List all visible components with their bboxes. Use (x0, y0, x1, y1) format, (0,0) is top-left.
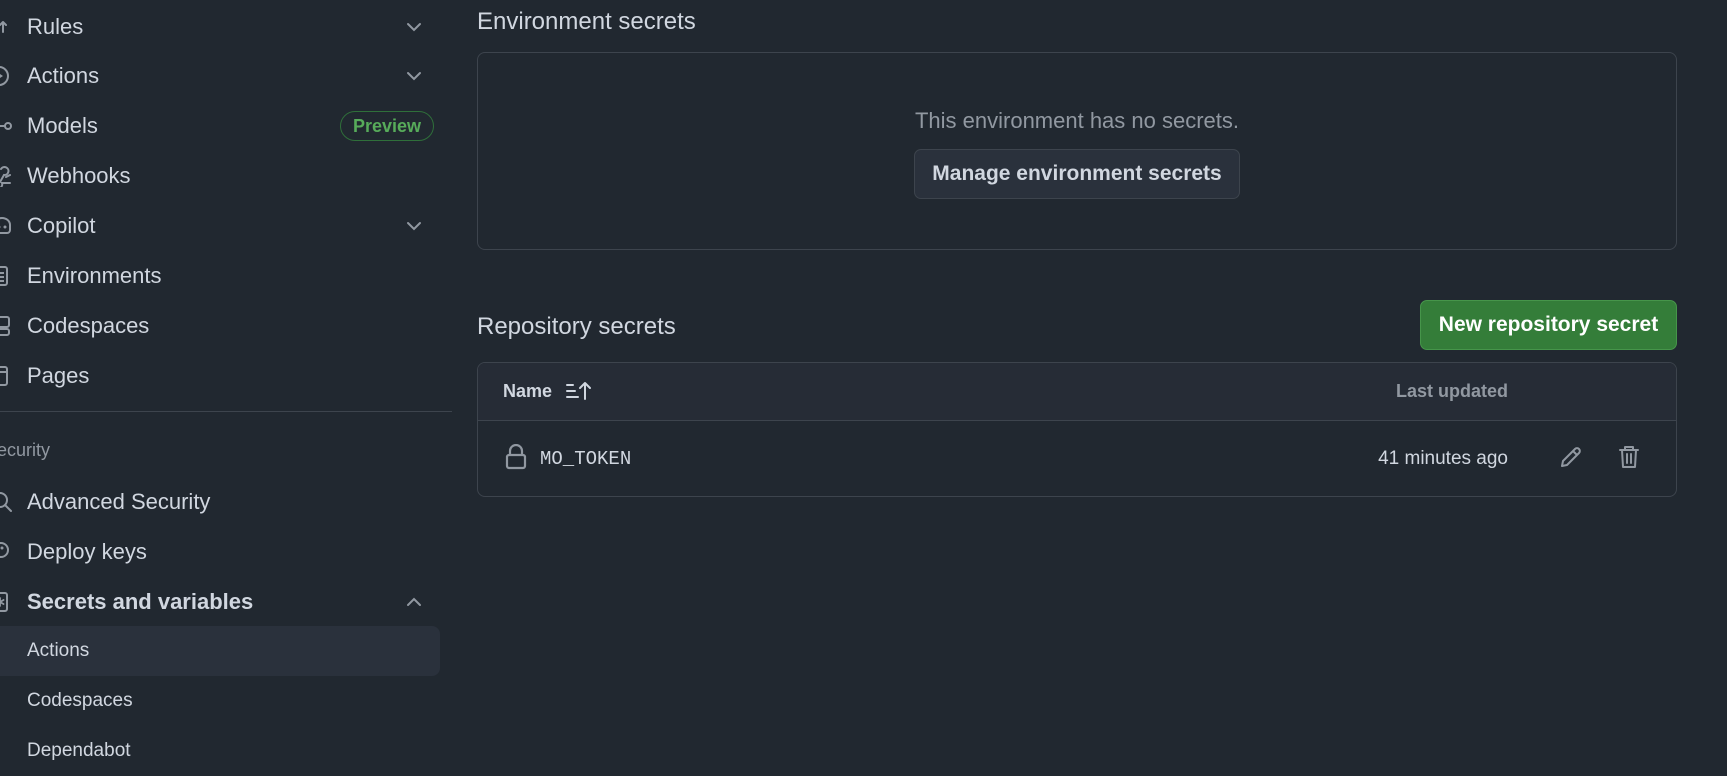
server-icon (0, 266, 8, 286)
sidebar-item-label: Actions (27, 63, 100, 88)
sidebar-item-pages[interactable]: Pages (0, 354, 440, 398)
chevron-down-icon[interactable] (405, 67, 423, 85)
sidebar-item-copilot[interactable]: Copilot (0, 204, 440, 248)
play-icon (0, 66, 9, 86)
repository-secrets-heading: Repository secrets (477, 313, 676, 340)
manage-environment-secrets-button[interactable]: Manage environment secrets (914, 149, 1240, 199)
lock-icon (505, 444, 527, 470)
sidebar-item-label: Environments (27, 263, 162, 288)
sidebar-divider (0, 411, 452, 412)
rules-icon (0, 21, 7, 33)
column-header-last-updated: Last updated (1395, 381, 1508, 401)
sidebar-subitem-label: Codespaces (27, 690, 133, 711)
sidebar-item-label: Models (27, 113, 98, 138)
key-icon (0, 542, 9, 558)
sidebar-subitem-label: Dependabot (27, 740, 131, 761)
sidebar-item-advanced-security[interactable]: Advanced Security (0, 480, 440, 524)
sidebar-subitem-dependabot[interactable]: Dependabot (0, 726, 440, 776)
secret-last-updated: 41 minutes ago (1378, 448, 1508, 469)
main-content: Environment secrets This environment has… (477, 0, 1677, 772)
sidebar-subitem-actions[interactable]: Actions (0, 626, 440, 676)
sidebar-item-environments[interactable]: Environments (0, 254, 440, 298)
environment-secrets-box: This environment has no secrets. Manage … (477, 52, 1677, 250)
preview-badge: Preview (340, 111, 435, 141)
sidebar-item-label: Webhooks (27, 163, 131, 188)
environment-secrets-heading: Environment secrets (477, 8, 696, 35)
sidebar-item-deploy-keys[interactable]: Deploy keys (0, 530, 440, 574)
sidebar-item-rules[interactable]: Rules (0, 5, 440, 49)
sidebar-item-webhooks[interactable]: Webhooks (0, 154, 440, 198)
sidebar-item-label: Rules (27, 14, 84, 39)
sidebar-item-label: Deploy keys (27, 539, 147, 564)
trash-icon[interactable] (1615, 443, 1643, 471)
codescan-icon (0, 492, 12, 512)
sidebar-item-label: Pages (27, 363, 90, 388)
security-section-heading: ecurity (0, 440, 51, 460)
secret-name: MO_TOKEN (540, 448, 632, 470)
sidebar-subitem-codespaces[interactable]: Codespaces (0, 676, 440, 726)
table-header: Name Last updated (478, 363, 1676, 421)
models-icon (0, 122, 12, 130)
sidebar-item-codespaces[interactable]: Codespaces (0, 304, 440, 348)
chevron-down-icon[interactable] (405, 217, 423, 235)
codespaces-icon (0, 316, 10, 336)
sort-ascending-icon[interactable] (565, 380, 593, 402)
new-repository-secret-button[interactable]: New repository secret (1420, 300, 1677, 350)
sidebar-item-label: Advanced Security (27, 489, 211, 514)
sidebar-item-label: Copilot (27, 213, 96, 238)
sidebar-subitem-label: Actions (27, 640, 90, 661)
settings-sidebar: Rules Actions Models Preview Webhooks Co… (0, 0, 452, 772)
sidebar-item-label: Secrets and variables (27, 589, 254, 614)
repository-secrets-table: Name Last updated MO_TOKEN 41 minutes ag… (477, 362, 1677, 497)
sidebar-item-secrets-and-variables[interactable]: Secrets and variables (0, 580, 440, 624)
copilot-icon (0, 217, 11, 234)
column-header-name[interactable]: Name (503, 381, 552, 402)
table-row: MO_TOKEN 41 minutes ago (478, 421, 1676, 496)
sidebar-item-label: Codespaces (27, 313, 150, 338)
environment-empty-text: This environment has no secrets. (914, 108, 1240, 133)
asterisk-icon (0, 592, 8, 612)
sidebar-item-actions[interactable]: Actions (0, 54, 440, 98)
chevron-down-icon[interactable] (405, 18, 423, 36)
browser-icon (0, 366, 8, 386)
chevron-up-icon[interactable] (405, 593, 423, 611)
webhook-icon (0, 166, 11, 187)
pencil-icon[interactable] (1557, 443, 1585, 471)
sidebar-item-models[interactable]: Models Preview (0, 104, 440, 148)
